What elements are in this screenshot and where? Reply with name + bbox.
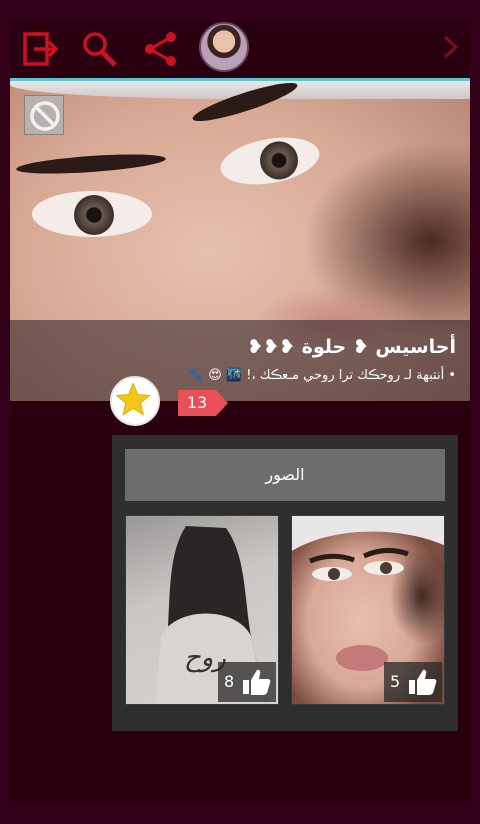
photo-like-count: 5 <box>390 672 401 691</box>
photo-like-box[interactable]: 5 <box>384 662 442 702</box>
search-icon[interactable] <box>80 30 118 68</box>
thumbs-up-icon <box>243 669 271 695</box>
photo-like-count: 8 <box>224 672 235 691</box>
gallery-photo-2[interactable]: 5 <box>291 515 445 705</box>
thumbs-up-icon <box>409 669 437 695</box>
post-caption: أحاسيس ❥ حلوة ❥❥❥ • أنتبهة لـ روحڪك ترا … <box>10 320 470 401</box>
exit-icon[interactable] <box>22 30 60 68</box>
gallery-photo-1[interactable]: روح 8 <box>125 515 279 705</box>
favorite-button[interactable] <box>110 376 160 426</box>
post-subtitle: • أنتبهة لـ روحڪك ترا روحي مـعڪك ،! 🌃 😍 … <box>187 368 456 383</box>
gallery-header-button[interactable]: الصور <box>125 449 445 501</box>
left-eye <box>32 191 152 237</box>
chevron-right-icon[interactable] <box>440 34 462 60</box>
share-icon[interactable] <box>142 30 180 68</box>
likes-count-badge: 13 <box>178 390 230 416</box>
left-brow <box>15 150 167 178</box>
photo-like-box[interactable]: 8 <box>218 662 276 702</box>
avatar[interactable] <box>199 22 249 72</box>
block-icon[interactable] <box>24 95 64 135</box>
post-title: أحاسيس ❥ حلوة ❥❥❥ <box>247 336 456 358</box>
star-icon <box>115 382 151 416</box>
right-eye <box>216 130 324 192</box>
likes-count: 13 <box>186 393 208 412</box>
